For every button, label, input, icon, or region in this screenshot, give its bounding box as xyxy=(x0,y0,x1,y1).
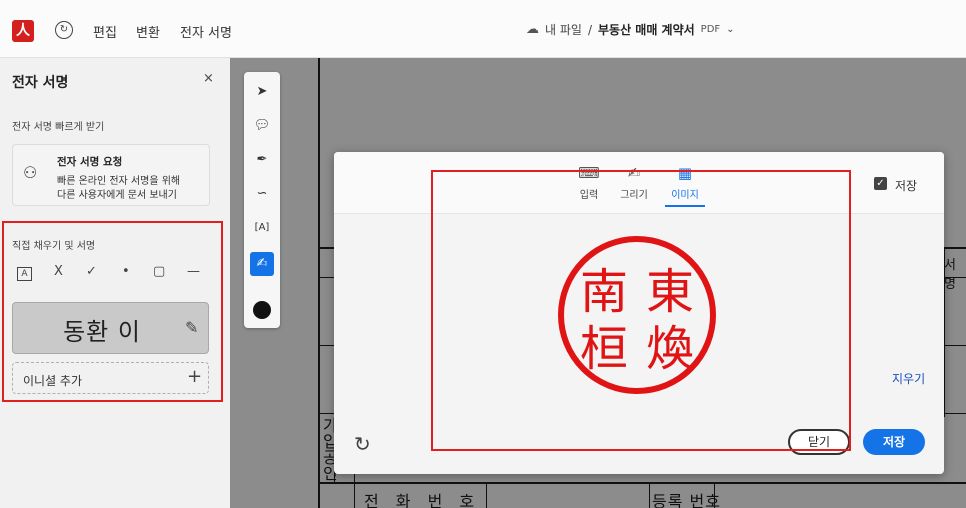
acrobat-logo[interactable]: 人 xyxy=(12,20,34,42)
cursor-icon[interactable]: ➤ xyxy=(250,80,274,104)
clear-button[interactable]: 지우기 xyxy=(892,370,925,387)
doc-phone-label: 전 화 번 호 xyxy=(364,492,481,508)
people-icon: ⚇ xyxy=(23,163,38,182)
rotate-icon[interactable]: ↻ xyxy=(354,432,371,456)
doc-edge-text: 서 명 xyxy=(944,258,957,292)
save-button[interactable]: 저장 xyxy=(863,429,925,455)
quick-sign-heading: 전자 서명 빠르게 받기 xyxy=(12,122,105,133)
history-icon[interactable]: ↻ xyxy=(55,21,73,39)
text-box-icon[interactable]: [A] xyxy=(250,216,274,240)
pen-icon[interactable]: ✒ xyxy=(250,148,274,172)
save-checkbox[interactable]: ✓ xyxy=(874,177,887,190)
request-title: 전자 서명 요청 xyxy=(57,156,123,168)
tool-rail: ➤ 💬︎ ✒ ∽ [A] ✍ xyxy=(244,72,280,328)
nav-convert[interactable]: 변환 xyxy=(136,22,160,41)
highlight-box-modal xyxy=(431,170,851,451)
doc-register-label: 등록 번호 xyxy=(652,492,721,508)
close-icon[interactable]: × xyxy=(203,71,214,86)
sign-icon[interactable]: ✍ xyxy=(250,252,274,276)
request-signature-card[interactable]: ⚇ 전자 서명 요청 빠른 온라인 전자 서명을 위해 다른 사용자에게 문서 … xyxy=(12,144,210,206)
request-desc-line1: 빠른 온라인 전자 서명을 위해 xyxy=(57,176,181,187)
panel-title: 전자 서명 xyxy=(12,75,69,91)
save-checkbox-label: 저장 xyxy=(895,179,918,193)
comment-icon[interactable]: 💬︎ xyxy=(250,114,274,138)
nav-esign[interactable]: 전자 서명 xyxy=(180,22,232,41)
lasso-icon[interactable]: ∽ xyxy=(250,182,274,206)
breadcrumb: ☁ 내 파일 / 부동산 매매 계약서 PDF ⌄ xyxy=(526,21,735,38)
chevron-down-icon[interactable]: ⌄ xyxy=(726,24,734,35)
nav-edit[interactable]: 편집 xyxy=(93,22,117,41)
breadcrumb-separator: / xyxy=(587,22,592,37)
breadcrumb-folder[interactable]: 내 파일 xyxy=(545,21,582,38)
color-swatch[interactable] xyxy=(253,301,271,319)
highlight-box-left xyxy=(2,221,223,402)
document-title[interactable]: 부동산 매매 계약서 xyxy=(598,21,695,38)
app-topbar: 人 ↻ 편집 변환 전자 서명 ☁ 내 파일 / 부동산 매매 계약서 PDF … xyxy=(0,0,966,58)
document-format: PDF xyxy=(700,24,721,35)
cloud-icon: ☁ xyxy=(526,22,539,37)
request-desc-line2: 다른 사용자에게 문서 보내기 xyxy=(57,190,177,201)
